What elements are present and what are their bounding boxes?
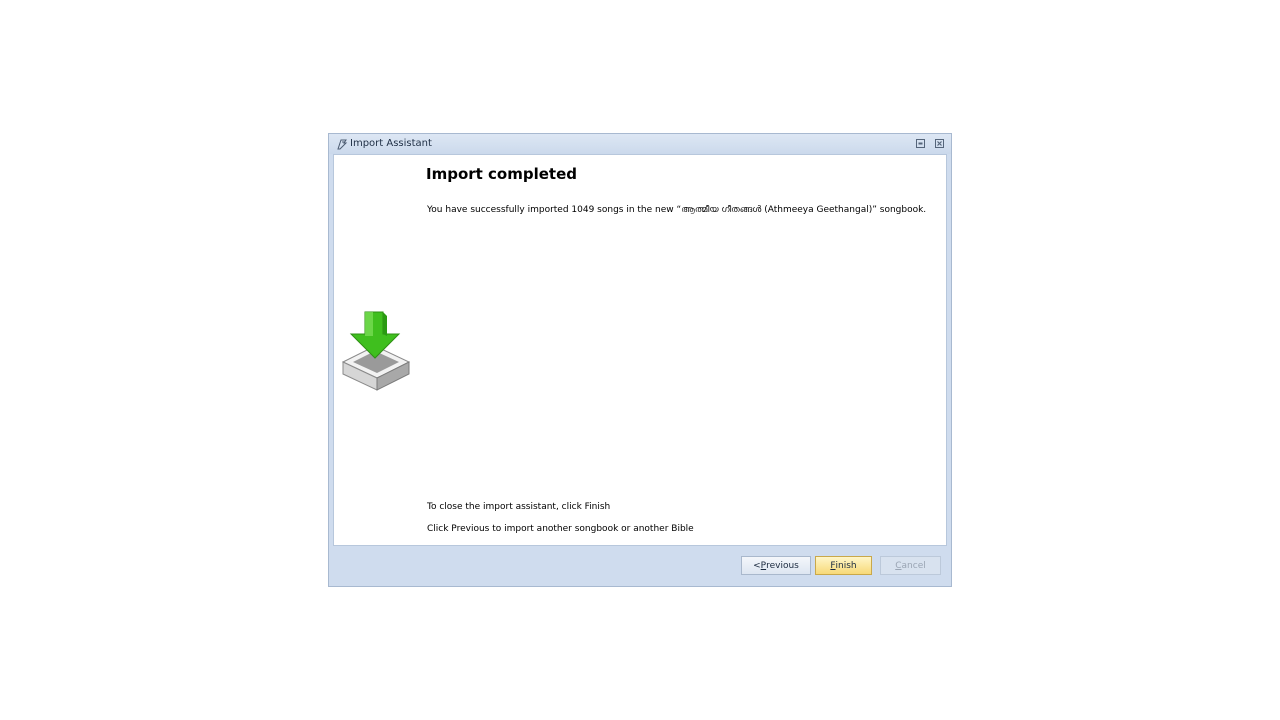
wizard-page: Import completed You have successfully i… — [333, 154, 947, 546]
song-import-icon — [337, 139, 348, 150]
import-assistant-window: Import Assistant Import completed You ha… — [328, 133, 952, 587]
previous-button[interactable]: < Previous — [741, 556, 811, 575]
previous-button-label-rest: revious — [766, 560, 799, 571]
previous-button-prefix: < — [753, 560, 761, 571]
finish-button[interactable]: Finish — [815, 556, 872, 575]
close-icon[interactable] — [935, 139, 944, 148]
wizard-button-bar: < Previous Finish Cancel — [333, 546, 947, 582]
restore-icon[interactable] — [916, 139, 925, 148]
finish-button-label-rest: inish — [835, 560, 857, 571]
window-title: Import Assistant — [350, 138, 432, 149]
import-result-message: You have successfully imported 1049 song… — [427, 205, 927, 215]
page-heading: Import completed — [426, 165, 578, 183]
cancel-button-label-rest: ancel — [901, 560, 926, 571]
import-tray-icon — [341, 311, 411, 391]
finish-hint: To close the import assistant, click Fin… — [427, 502, 611, 512]
title-bar[interactable]: Import Assistant — [329, 134, 951, 154]
previous-hint: Click Previous to import another songboo… — [427, 524, 694, 534]
cancel-button[interactable]: Cancel — [880, 556, 941, 575]
